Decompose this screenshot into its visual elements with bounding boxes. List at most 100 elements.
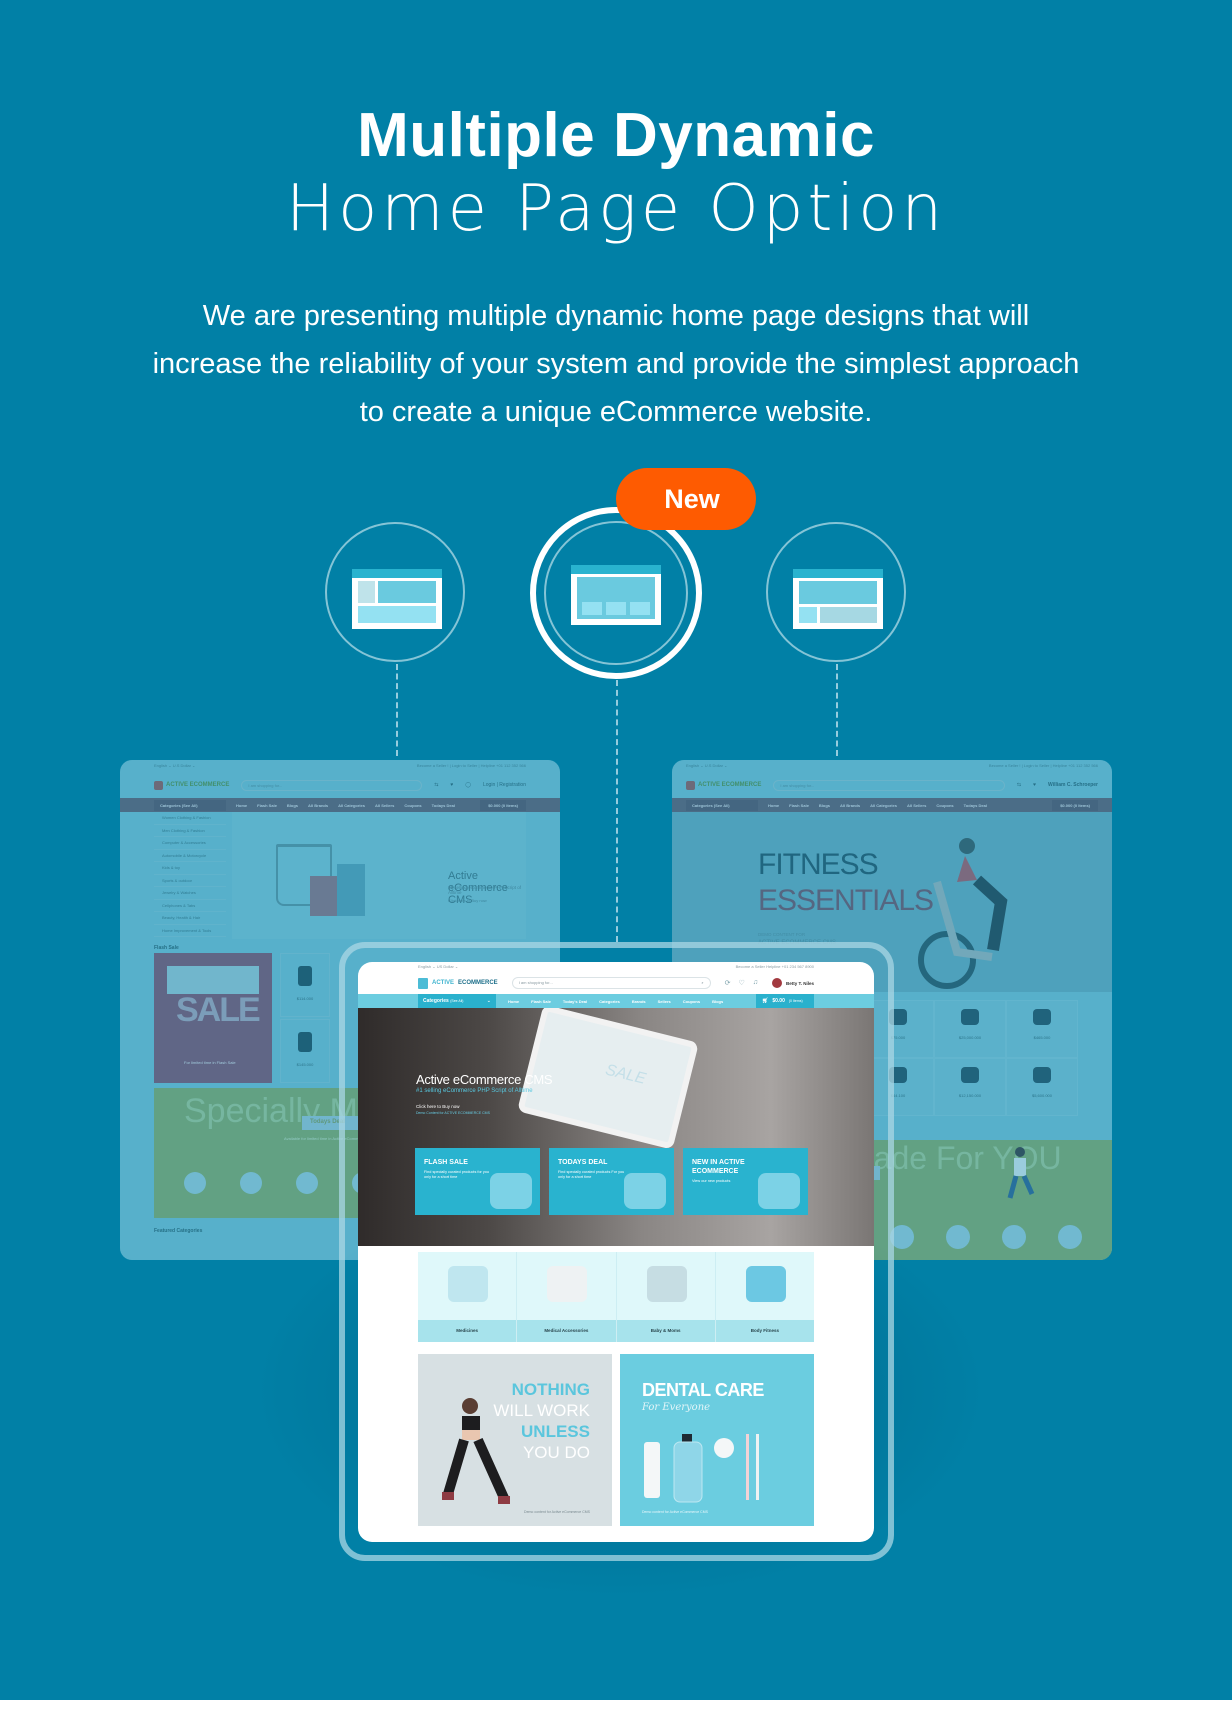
user-name[interactable]: William C. Schroeper	[1048, 782, 1098, 788]
cart-button[interactable]: $0.000 (0 Items)	[480, 799, 526, 811]
compare-icon[interactable]: ⟳	[725, 979, 731, 987]
category-item[interactable]: Computer & Accessories	[154, 837, 226, 850]
nav-item[interactable]: All Sellers	[375, 803, 394, 808]
layout-option-2[interactable]	[530, 507, 702, 679]
heart-icon[interactable]: ♥	[1033, 782, 1036, 788]
product-card[interactable]: $114.000	[280, 953, 330, 1017]
site-logo[interactable]: ACTIVE ECOMMERCE	[686, 780, 761, 790]
category-item[interactable]: Automobile & Motorcycle	[154, 850, 226, 862]
nav-item[interactable]: Home	[236, 803, 247, 808]
hero-cta[interactable]: Click here to Buy now	[416, 1104, 460, 1109]
categories-dropdown[interactable]: Categories (See All)	[686, 799, 758, 811]
categories-dropdown[interactable]: Categories (See All)	[154, 799, 226, 811]
nav-item[interactable]: Coupons	[936, 803, 953, 808]
category-item[interactable]: Cellphones & Tabs	[154, 900, 226, 912]
nav-item[interactable]: Flash Sale	[257, 803, 277, 808]
nav-item[interactable]: Blogs	[819, 803, 830, 808]
product-card[interactable]: $145.000	[280, 1019, 330, 1083]
top-links[interactable]: Become a Seller ! | Login to Seller | He…	[989, 763, 1098, 769]
category-item[interactable]: Home Improvement & Tools	[154, 925, 226, 937]
promo-new-in[interactable]: NEW IN ACTIVE ECOMMERCE View our new pro…	[683, 1148, 808, 1215]
flash-sale-banner[interactable]: SALE For limited time in Flash Sale	[154, 953, 272, 1083]
deal-product[interactable]	[1058, 1225, 1082, 1249]
product-card[interactable]: $12,150.000	[934, 1058, 1006, 1116]
nav-item[interactable]: Home	[768, 803, 779, 808]
top-links[interactable]: Become a Seller ! | Login to Seller | He…	[417, 763, 526, 769]
nav-item[interactable]: All Categories	[870, 803, 897, 808]
search-input[interactable]: I am shopping for...	[773, 779, 1005, 791]
category-tile[interactable]: Medicines	[418, 1252, 518, 1342]
nav-item[interactable]: All Brands	[308, 803, 328, 808]
deal-product[interactable]	[1002, 1225, 1026, 1249]
promo-flash-sale[interactable]: FLASH SALE Find specially curated produc…	[415, 1148, 540, 1215]
layout-option-3[interactable]	[766, 522, 906, 662]
hero-banner[interactable]: SALE Active eCommerce CMS #1 selling eCo…	[358, 1008, 874, 1246]
nav-item[interactable]: All Brands	[840, 803, 860, 808]
layout-option-1[interactable]	[325, 522, 465, 662]
promo-todays-deal[interactable]: TODAYS DEAL Find specially curated produ…	[549, 1148, 674, 1215]
hero-cta[interactable]: Click here to Buy now	[448, 898, 487, 903]
search-input[interactable]: I am shopping for... ⌕	[511, 977, 711, 989]
language-currency[interactable]: English ⌄ U.S Dollar ⌄	[686, 763, 727, 769]
category-item[interactable]: Men Clothing & Fashion	[154, 825, 226, 837]
nav-item[interactable]: Today's Deal	[563, 999, 587, 1004]
nav-item[interactable]: Home	[508, 999, 519, 1004]
nav-item[interactable]: Flash Sale	[531, 999, 551, 1004]
site-logo[interactable]: ACTIVE ECOMMERCE	[418, 977, 498, 989]
product-card[interactable]: $25,000.000	[934, 1000, 1006, 1058]
flash-sale-title: Flash Sale	[154, 945, 179, 951]
nav-item[interactable]: Flash Sale	[789, 803, 809, 808]
banner-line: NOTHING	[511, 1380, 590, 1399]
category-tile[interactable]: Body Fitness	[715, 1252, 814, 1342]
fitness-banner[interactable]: NOTHING WILL WORK UNLESS YOU DO Demo con…	[418, 1354, 612, 1526]
category-tile[interactable]: Baby & Moms	[616, 1252, 716, 1342]
search-icon[interactable]: ⌕	[701, 980, 703, 986]
language-currency[interactable]: English ⌄ US Dollar ⌄	[418, 964, 458, 972]
page-title: Multiple Dynamic	[357, 101, 875, 170]
dental-care-banner[interactable]: DENTAL CARE For Everyone Demo content fo…	[620, 1354, 814, 1526]
compare-icon[interactable]: ⇆	[1017, 782, 1021, 788]
nav-item[interactable]: Sellers	[658, 999, 671, 1004]
home-preview-2[interactable]: English ⌄ US Dollar ⌄ Become a Seller He…	[358, 962, 874, 1542]
nav-item[interactable]: Coupons	[683, 999, 700, 1004]
cart-button[interactable]: 🛒︎ $0.00 (0 Items)	[756, 994, 814, 1008]
bell-icon[interactable]: ♫	[753, 979, 758, 987]
hero-banner[interactable]: Active eCommerce CMS #1 selling eCommerc…	[232, 812, 526, 939]
bag-icon	[418, 977, 428, 989]
language-currency[interactable]: English ⌄ U.S Dollar ⌄	[154, 763, 195, 769]
category-item[interactable]: Beauty, Health & Hair	[154, 912, 226, 925]
hero-subtitle: #1 selling eCommerce PHP Script of Allti…	[416, 1088, 533, 1094]
cart-button[interactable]: $0.000 (0 Items)	[1052, 799, 1098, 811]
nav-item[interactable]: Todays Deal	[964, 803, 987, 808]
nav-item[interactable]: All Sellers	[907, 803, 926, 808]
categories-dropdown[interactable]: Categories (See All) ⌄	[418, 994, 496, 1008]
category-item[interactable]: Jewelry & Watches	[154, 887, 226, 900]
user-icon[interactable]: ◯	[465, 782, 471, 788]
nav-item[interactable]: Brands	[632, 999, 646, 1004]
cart-icon: 🛒︎	[762, 998, 769, 1004]
nav-item[interactable]: Blogs	[712, 999, 723, 1004]
login-link[interactable]: Login | Registration	[483, 782, 526, 788]
nav-item[interactable]: All Categories	[338, 803, 365, 808]
nav-item[interactable]: Todays Deal	[432, 803, 455, 808]
search-input[interactable]: I am shopping for...	[241, 779, 423, 791]
category-item[interactable]: Women Clothing & Fashion	[154, 812, 226, 825]
heart-icon[interactable]: ♥	[450, 782, 453, 788]
category-tile[interactable]: Medical Accessories	[517, 1252, 617, 1342]
product-card[interactable]: $465.000	[1006, 1000, 1078, 1058]
nav-item[interactable]: Categories	[599, 999, 620, 1004]
heart-icon[interactable]: ♡	[738, 979, 744, 987]
category-item[interactable]: Kids & toy	[154, 862, 226, 875]
category-item[interactable]: Sports & outdoor	[154, 875, 226, 887]
user-account[interactable]: Betty T. Niles	[771, 978, 814, 988]
deal-product[interactable]	[184, 1172, 206, 1194]
compare-icon[interactable]: ⇆	[434, 782, 438, 788]
top-links[interactable]: Become a Seller Helpline +01 234 567 890…	[736, 964, 814, 972]
nav-item[interactable]: Coupons	[404, 803, 421, 808]
hero-note: Demo Content for ACTIVE ECOMMERCE CMS	[416, 1111, 490, 1115]
nav-item[interactable]: Blogs	[287, 803, 298, 808]
banner-subtitle: For Everyone	[642, 1402, 711, 1413]
site-logo[interactable]: ACTIVE ECOMMERCE	[154, 780, 229, 790]
product-card[interactable]: $5,600.000	[1006, 1058, 1078, 1116]
supplement-image	[490, 1173, 532, 1209]
